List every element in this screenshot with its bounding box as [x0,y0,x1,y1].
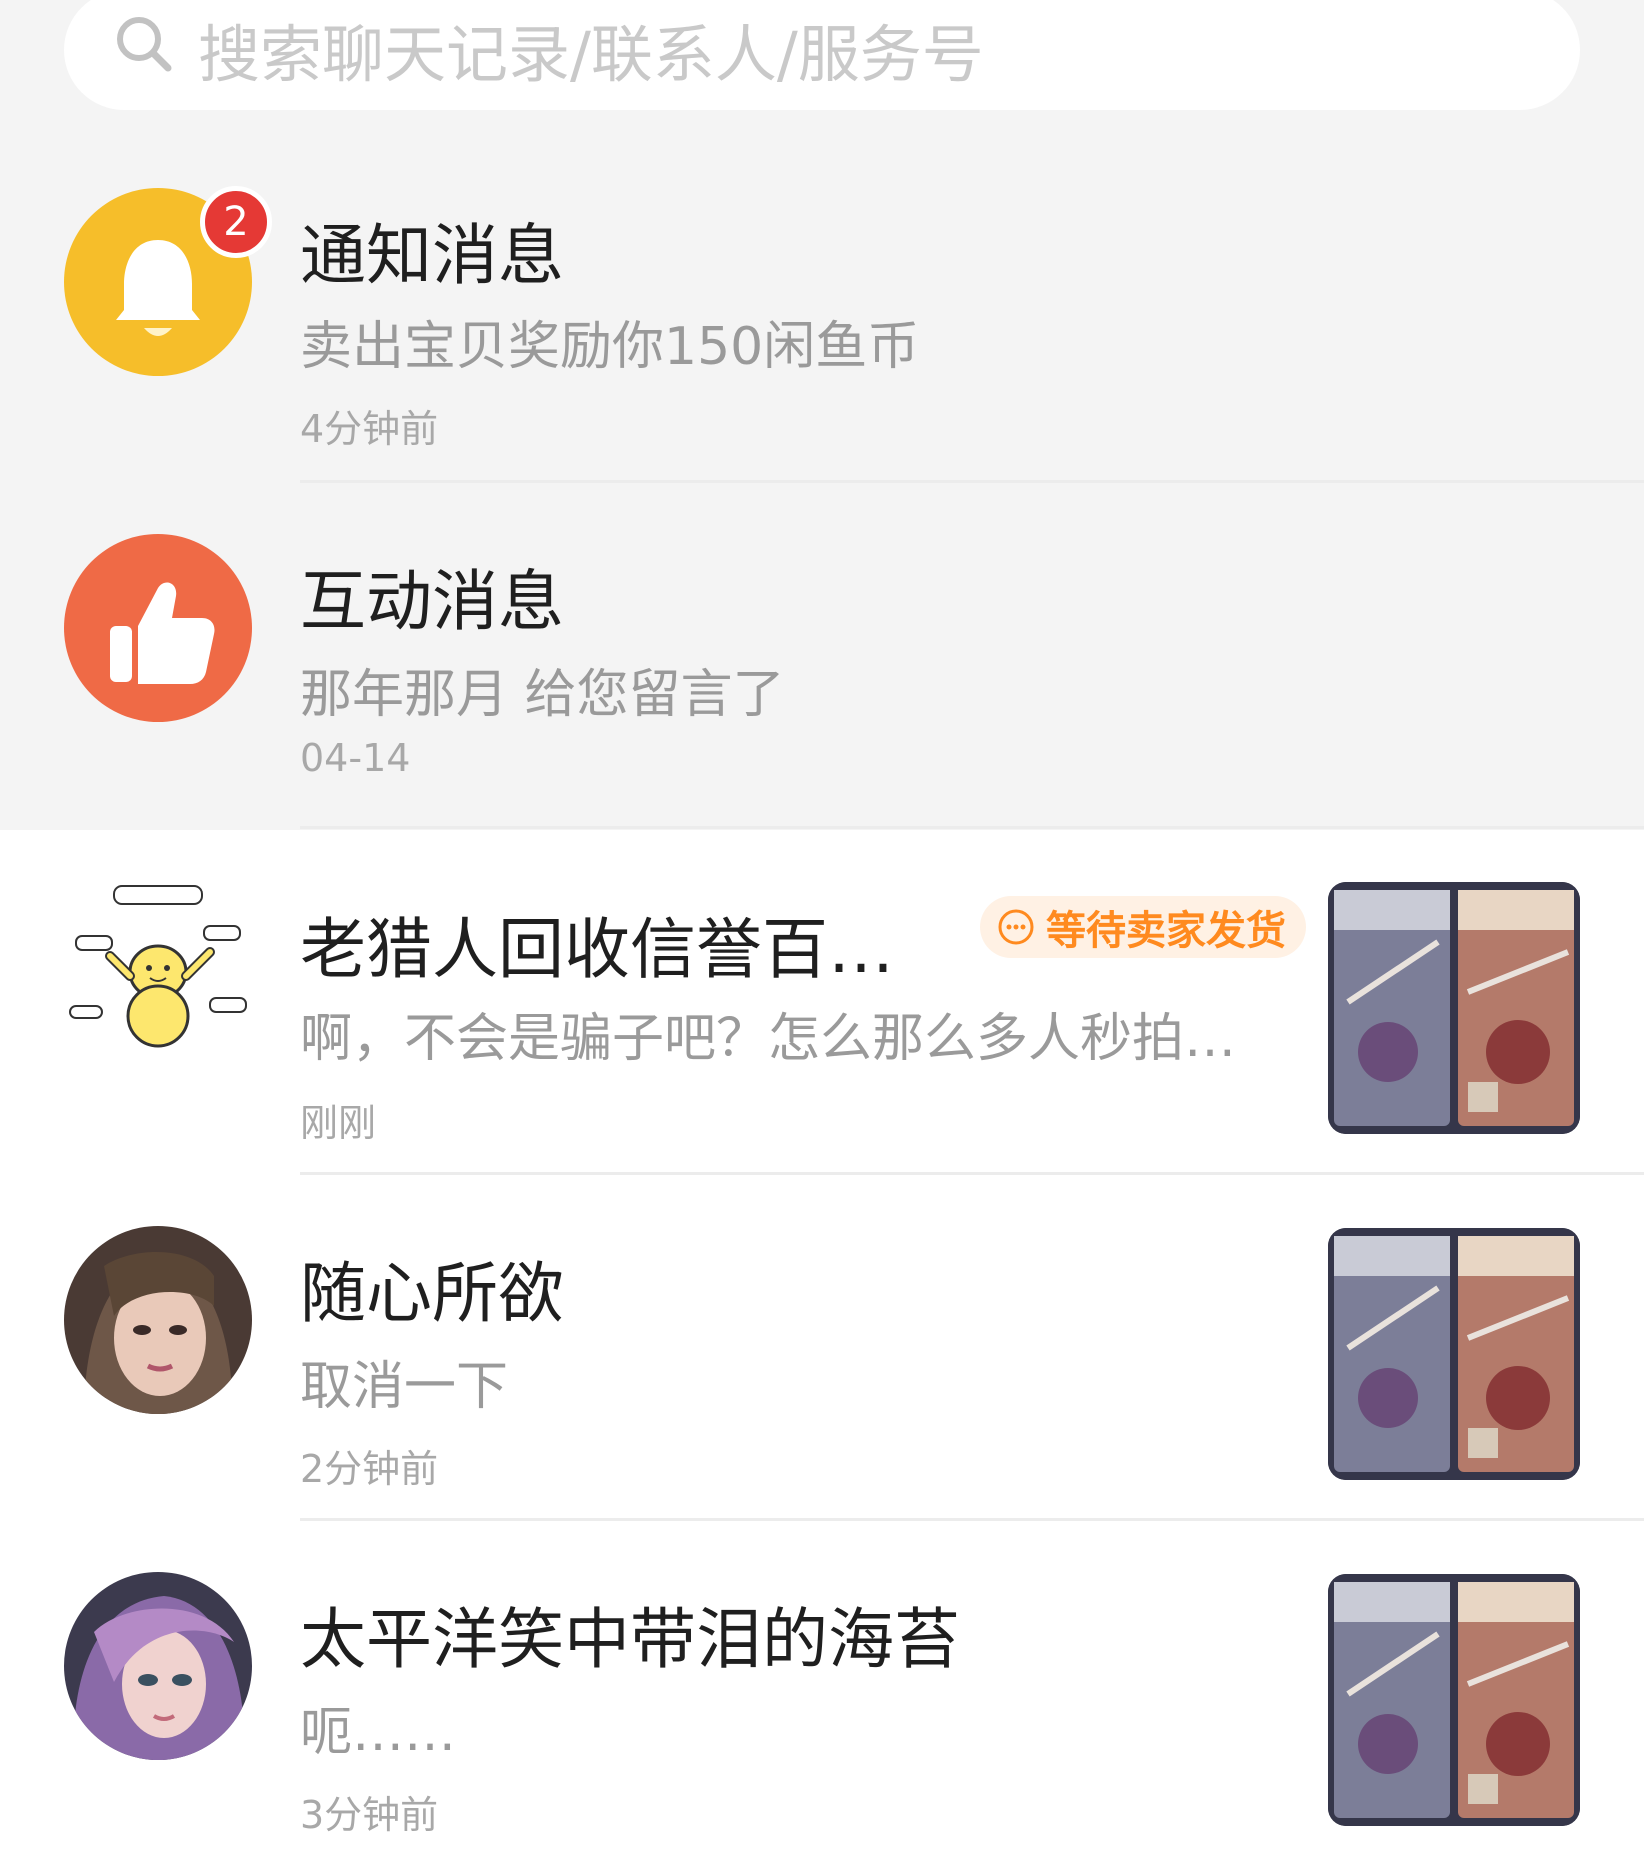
divider [300,480,1644,483]
notification-preview: 卖出宝贝奖励你150闲鱼币 [300,317,920,377]
contact-name: 太平洋笑中带泪的海苔 [300,1601,960,1678]
user-photo [64,1572,252,1760]
product-thumbnail[interactable] [1328,1574,1580,1826]
system-section [0,0,1644,830]
message-time: 2分钟前 [300,1447,439,1491]
thumbs-up-icon [110,582,215,684]
avatar [64,1226,252,1414]
last-message: 取消一下 [300,1357,509,1417]
game-box-image [1328,1574,1580,1826]
search-bar[interactable]: 搜索聊天记录/联系人/服务号 [64,0,1580,110]
search-input[interactable]: 搜索聊天记录/联系人/服务号 [198,4,984,94]
order-status-badge: 等待卖家发货 [980,896,1306,958]
notification-time: 4分钟前 [300,407,439,451]
message-time: 刚刚 [300,1101,377,1145]
game-box-image [1328,882,1580,1134]
contact-name: 老猎人回收信誉百… [300,911,894,988]
user-photo [64,1226,252,1414]
last-message: 呃…… [300,1703,457,1763]
divider [300,1518,1644,1521]
product-thumbnail[interactable] [1328,1228,1580,1480]
last-message: 啊，不会是骗子吧？怎么那么多人秒拍… [300,1009,1237,1069]
search-icon [117,17,172,72]
interaction-title: 互动消息 [300,563,564,640]
notification-title: 通知消息 [300,217,564,294]
message-time: 3分钟前 [300,1793,439,1837]
product-thumbnail[interactable] [1328,882,1580,1134]
game-box-image [1328,1228,1580,1480]
interaction-preview: 那年那月 给您留言了 [300,665,785,725]
unread-badge: 2 [200,186,272,258]
divider [300,1172,1644,1175]
avatar [64,876,252,1064]
divider [300,826,1644,829]
thumbs-up-avatar [64,534,252,722]
chat-bubble-icon [998,909,1034,945]
interaction-time: 04-14 [300,736,411,780]
smiley-sticker-icon [69,885,247,1048]
contact-name: 随心所欲 [300,1255,564,1332]
order-status-text: 等待卖家发货 [1046,908,1286,954]
avatar [64,1572,252,1760]
